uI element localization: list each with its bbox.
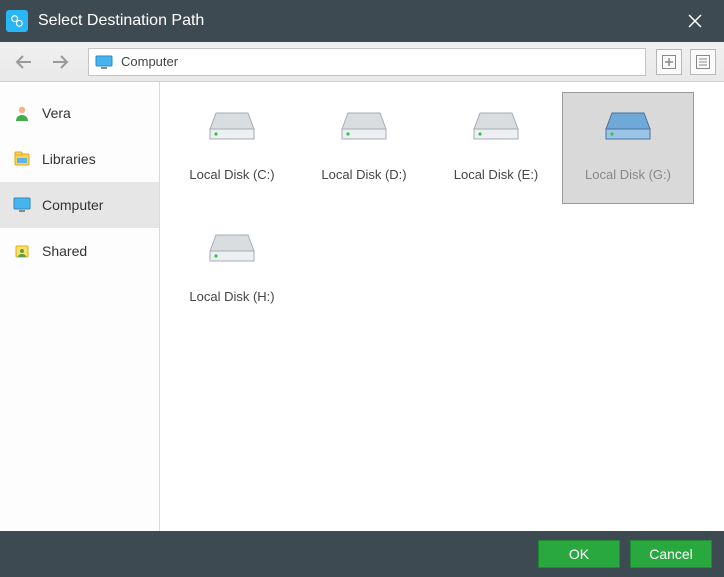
back-button[interactable] xyxy=(10,48,38,76)
drive-item[interactable]: Local Disk (G:) xyxy=(562,92,694,204)
plus-icon xyxy=(662,55,676,69)
libraries-icon xyxy=(12,150,32,168)
sidebar-item-label: Libraries xyxy=(42,151,96,167)
drive-icon xyxy=(200,221,264,269)
toolbar-right xyxy=(656,49,716,75)
drive-icon xyxy=(332,99,396,147)
computer-icon xyxy=(95,55,113,69)
nav-arrows xyxy=(10,48,74,76)
sidebar-item-vera[interactable]: Vera xyxy=(0,90,159,136)
footer: OK Cancel xyxy=(0,531,724,577)
drive-label: Local Disk (C:) xyxy=(189,167,274,182)
toolbar: Computer xyxy=(0,42,724,82)
sidebar-item-computer[interactable]: Computer xyxy=(0,182,159,228)
drive-icon xyxy=(596,99,660,147)
sidebar-item-libraries[interactable]: Libraries xyxy=(0,136,159,182)
drives-panel: Local Disk (C:) Local Disk (D:) Local Di… xyxy=(160,82,724,531)
sidebar-item-label: Shared xyxy=(42,243,87,259)
body: Vera Libraries Computer Shared xyxy=(0,82,724,531)
path-bar[interactable]: Computer xyxy=(88,48,646,76)
sidebar-item-label: Vera xyxy=(42,105,71,121)
sidebar-item-shared[interactable]: Shared xyxy=(0,228,159,274)
drive-label: Local Disk (D:) xyxy=(321,167,406,182)
drive-label: Local Disk (E:) xyxy=(454,167,539,182)
forward-button[interactable] xyxy=(46,48,74,76)
drive-item[interactable]: Local Disk (E:) xyxy=(430,92,562,204)
new-folder-button[interactable] xyxy=(656,49,682,75)
drive-label: Local Disk (H:) xyxy=(189,289,274,304)
shared-icon xyxy=(12,242,32,260)
app-icon xyxy=(6,10,28,32)
arrow-left-icon xyxy=(14,54,34,70)
drive-label: Local Disk (G:) xyxy=(585,167,671,182)
arrow-right-icon xyxy=(50,54,70,70)
drive-item[interactable]: Local Disk (H:) xyxy=(166,214,298,326)
close-icon xyxy=(688,14,702,28)
computer-icon xyxy=(12,197,32,213)
list-icon xyxy=(696,55,710,69)
drive-icon xyxy=(200,99,264,147)
path-text: Computer xyxy=(121,54,178,69)
drive-item[interactable]: Local Disk (D:) xyxy=(298,92,430,204)
titlebar: Select Destination Path xyxy=(0,0,724,42)
sidebar: Vera Libraries Computer Shared xyxy=(0,82,160,531)
cancel-button[interactable]: Cancel xyxy=(630,540,712,568)
ok-button[interactable]: OK xyxy=(538,540,620,568)
window-title: Select Destination Path xyxy=(38,12,674,30)
user-icon xyxy=(12,104,32,122)
drive-icon xyxy=(464,99,528,147)
sidebar-item-label: Computer xyxy=(42,197,103,213)
drive-item[interactable]: Local Disk (C:) xyxy=(166,92,298,204)
close-button[interactable] xyxy=(674,0,716,42)
list-view-button[interactable] xyxy=(690,49,716,75)
